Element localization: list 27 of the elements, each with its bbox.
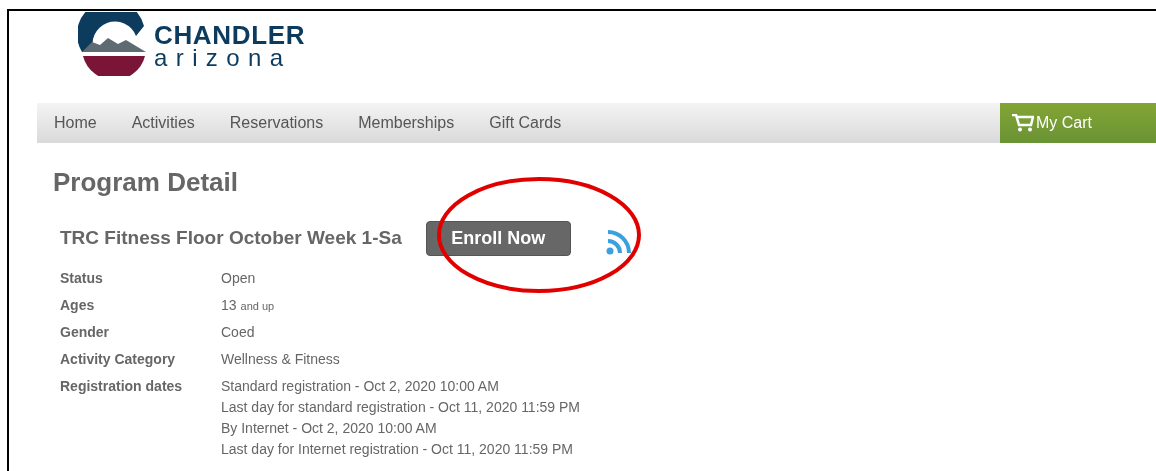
detail-suffix: and up xyxy=(240,299,275,314)
detail-label: Registration dates xyxy=(60,377,184,396)
detail-value: Last day for Internet registration - Oct 11, 2020 11:59 PM xyxy=(221,440,573,459)
cart-button[interactable]: My Cart xyxy=(1000,103,1156,143)
nav-link[interactable]: Reservations xyxy=(229,111,324,135)
logo-subtitle: arizona xyxy=(154,46,293,70)
detail-label: Gender xyxy=(60,323,110,342)
cart-icon xyxy=(1012,114,1034,132)
page-title: Program Detail xyxy=(53,169,239,195)
nav-link[interactable]: Gift Cards xyxy=(489,111,562,135)
detail-value: Open xyxy=(221,269,256,288)
detail-value: Standard registration - Oct 2, 2020 10:00 AM xyxy=(221,377,499,396)
logo-wordmark: CHANDLER xyxy=(154,22,306,48)
detail-label: Activity Category xyxy=(60,350,177,369)
detail-value: By Internet - Oct 2, 2020 10:00 AM xyxy=(221,419,437,438)
detail-value: Last day for standard registration - Oct 11, 2020 11:59 PM xyxy=(221,398,580,417)
program-title: TRC Fitness Floor October Week 1-Sa xyxy=(60,226,402,251)
nav-link[interactable]: Home xyxy=(54,111,97,135)
detail-value: Coed xyxy=(221,323,255,342)
detail-label: Status xyxy=(60,269,104,288)
rss-feed-icon[interactable] xyxy=(604,227,633,256)
detail-label: Ages xyxy=(60,296,96,315)
detail-value: 13 xyxy=(221,296,237,315)
detail-value: Wellness & Fitness xyxy=(221,350,340,369)
nav-link[interactable]: Memberships xyxy=(358,111,455,135)
nav-link[interactable]: Activities xyxy=(131,111,195,135)
enroll-button[interactable]: Enroll Now xyxy=(425,221,571,256)
